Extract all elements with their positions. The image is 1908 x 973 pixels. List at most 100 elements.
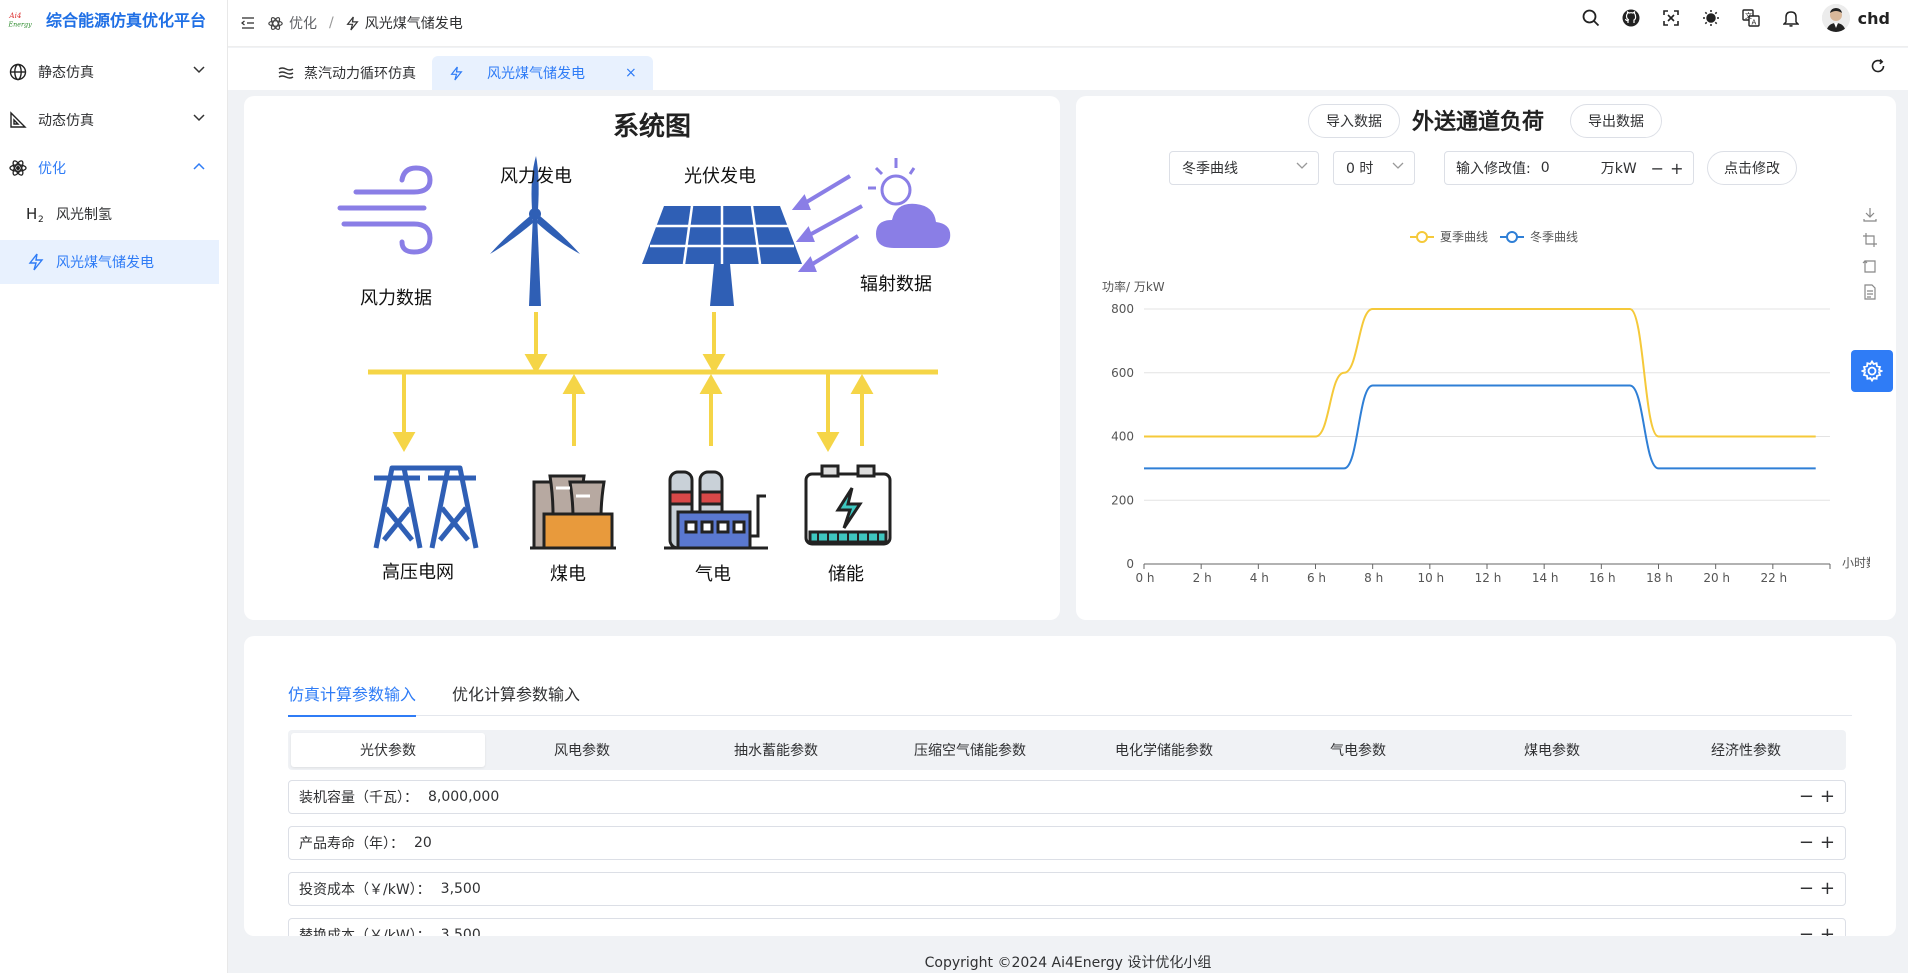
tab-steam-cycle[interactable]: 蒸汽动力循环仿真 bbox=[260, 56, 432, 90]
chevron-down-icon bbox=[1296, 162, 1308, 169]
atom-icon bbox=[268, 16, 283, 30]
breadcrumb: 优化 / 风光煤气储发电 bbox=[268, 13, 463, 33]
breadcrumb-item[interactable]: 优化 bbox=[289, 13, 317, 33]
load-panel: 导入数据 外送通道负荷 导出数据 冬季曲线 0 时 输入修改值: 0 万kW −… bbox=[1076, 96, 1896, 620]
refresh-icon[interactable] bbox=[1870, 58, 1886, 78]
translate-icon[interactable]: 文A bbox=[1741, 9, 1760, 27]
top-header: 优化 / 风光煤气储发电 文A chd bbox=[228, 0, 1908, 47]
segment-wind[interactable]: 风电参数 bbox=[485, 733, 679, 767]
app-logo[interactable]: Ai4 Energy 综合能源仿真优化平台 bbox=[0, 0, 227, 38]
sidebar-subitem-wind-solar-coal-gas[interactable]: 风光煤气储发电 bbox=[0, 240, 219, 284]
param-value[interactable]: 3,500 bbox=[441, 927, 481, 936]
segment-electrochemical[interactable]: 电化学储能参数 bbox=[1067, 733, 1261, 767]
restore-icon[interactable] bbox=[1862, 258, 1878, 274]
modify-value-input[interactable]: 输入修改值: 0 万kW − + bbox=[1444, 151, 1694, 185]
import-data-button[interactable]: 导入数据 bbox=[1308, 104, 1400, 138]
battery-storage-icon bbox=[804, 464, 892, 546]
x-tick-label: 16 h bbox=[1589, 571, 1616, 585]
label-grid: 高压电网 bbox=[382, 562, 454, 583]
param-row-capacity[interactable]: 装机容量（千瓦）： 8,000,000 − + bbox=[288, 780, 1846, 814]
decrement-button[interactable]: − bbox=[1799, 879, 1814, 899]
h2-icon: H2 bbox=[26, 204, 46, 224]
x-tick-label: 12 h bbox=[1475, 571, 1502, 585]
segment-coal-power[interactable]: 煤电参数 bbox=[1455, 733, 1649, 767]
segment-economics[interactable]: 经济性参数 bbox=[1649, 733, 1843, 767]
param-row-lifetime[interactable]: 产品寿命（年）： 20 − + bbox=[288, 826, 1846, 860]
lightning-icon bbox=[26, 252, 46, 272]
data-view-icon[interactable] bbox=[1862, 284, 1878, 300]
chevron-down-icon bbox=[193, 114, 205, 122]
settings-float-button[interactable] bbox=[1851, 350, 1893, 392]
label-radiation-data: 辐射数据 bbox=[860, 274, 932, 295]
x-tick-label: 2 h bbox=[1193, 571, 1212, 585]
sidebar-subitem-label: 风光煤气储发电 bbox=[56, 255, 154, 271]
increment-button[interactable]: + bbox=[1670, 159, 1683, 178]
github-icon[interactable] bbox=[1622, 9, 1640, 27]
transmission-tower-icon bbox=[373, 465, 479, 549]
label-storage: 储能 bbox=[828, 564, 864, 585]
search-icon[interactable] bbox=[1582, 9, 1600, 27]
y-axis-title: 功率/ 万kW bbox=[1102, 279, 1165, 294]
label-pv-power: 光伏发电 bbox=[684, 166, 756, 187]
collapse-sidebar-button[interactable] bbox=[228, 17, 268, 29]
segment-gas-power[interactable]: 气电参数 bbox=[1261, 733, 1455, 767]
modify-value-label: 输入修改值: bbox=[1456, 161, 1531, 177]
sidebar-item-optimize[interactable]: 优化 bbox=[0, 144, 227, 192]
param-value[interactable]: 20 bbox=[414, 835, 432, 851]
globe-icon bbox=[8, 62, 28, 82]
modify-value[interactable]: 0 bbox=[1541, 160, 1601, 176]
params-tabs: 仿真计算参数输入 优化计算参数输入 bbox=[288, 670, 1852, 717]
segment-pv[interactable]: 光伏参数 bbox=[291, 733, 485, 767]
fullscreen-icon[interactable] bbox=[1662, 9, 1680, 27]
increment-button[interactable]: + bbox=[1820, 787, 1835, 807]
param-row-replacement[interactable]: 替换成本（￥/kW）： 3,500 − + bbox=[288, 918, 1846, 936]
tab-close-icon[interactable]: × bbox=[625, 65, 637, 81]
svg-text:2: 2 bbox=[38, 215, 44, 223]
notification-bell-icon[interactable] bbox=[1782, 9, 1800, 27]
export-data-button[interactable]: 导出数据 bbox=[1570, 104, 1662, 138]
x-tick-label: 14 h bbox=[1532, 571, 1559, 585]
ruler-icon bbox=[8, 110, 28, 130]
sidebar-subitem-wind-solar-h2[interactable]: H2 风光制氢 bbox=[0, 192, 219, 236]
segment-pumped-hydro[interactable]: 抽水蓄能参数 bbox=[679, 733, 873, 767]
increment-button[interactable]: + bbox=[1820, 879, 1835, 899]
decrement-button[interactable]: − bbox=[1651, 159, 1664, 178]
legend-marker bbox=[1416, 231, 1428, 243]
param-label: 装机容量（千瓦）： bbox=[299, 790, 418, 806]
apply-modify-button[interactable]: 点击修改 bbox=[1707, 151, 1797, 185]
chart-toolbox bbox=[1862, 206, 1878, 300]
tab-bar: 蒸汽动力循环仿真 风光煤气储发电 × bbox=[228, 48, 1908, 90]
sidebar-item-static-sim[interactable]: 静态仿真 bbox=[0, 48, 227, 96]
param-value[interactable]: 8,000,000 bbox=[428, 789, 499, 805]
decrement-button[interactable]: − bbox=[1799, 787, 1814, 807]
tab-sim-params[interactable]: 仿真计算参数输入 bbox=[288, 670, 417, 717]
theme-sun-icon[interactable] bbox=[1702, 9, 1720, 27]
params-panel: 仿真计算参数输入 优化计算参数输入 光伏参数 风电参数 抽水蓄能参数 压缩空气储… bbox=[244, 636, 1896, 936]
y-tick-label: 400 bbox=[1111, 430, 1134, 444]
user-menu[interactable]: chd bbox=[1821, 4, 1890, 32]
segment-compressed-air[interactable]: 压缩空气储能参数 bbox=[873, 733, 1067, 767]
increment-button[interactable]: + bbox=[1820, 925, 1835, 937]
series-line bbox=[1144, 384, 1816, 470]
gas-plant-icon bbox=[664, 470, 768, 550]
tab-opt-params[interactable]: 优化计算参数输入 bbox=[452, 670, 580, 716]
sidebar-item-dynamic-sim[interactable]: 动态仿真 bbox=[0, 96, 227, 144]
curve-select[interactable]: 冬季曲线 bbox=[1169, 151, 1319, 185]
tab-wind-solar-coal-gas[interactable]: 风光煤气储发电 × bbox=[432, 56, 653, 90]
x-tick-label: 22 h bbox=[1760, 571, 1787, 585]
decrement-button[interactable]: − bbox=[1799, 925, 1814, 937]
legend-label: 夏季曲线 bbox=[1440, 230, 1488, 244]
decrement-button[interactable]: − bbox=[1799, 833, 1814, 853]
label-coal: 煤电 bbox=[550, 564, 586, 585]
x-tick-label: 0 h bbox=[1135, 571, 1154, 585]
svg-text:Ai4: Ai4 bbox=[8, 11, 22, 20]
param-value[interactable]: 3,500 bbox=[441, 881, 481, 897]
param-label: 投资成本（￥/kW）： bbox=[299, 882, 431, 898]
param-row-investment[interactable]: 投资成本（￥/kW）： 3,500 − + bbox=[288, 872, 1846, 906]
flow-arrows bbox=[392, 312, 874, 453]
hour-select[interactable]: 0 时 bbox=[1333, 151, 1415, 185]
header-toolbar: 文A chd bbox=[1582, 0, 1890, 36]
download-icon[interactable] bbox=[1862, 206, 1878, 222]
increment-button[interactable]: + bbox=[1820, 833, 1835, 853]
crop-icon[interactable] bbox=[1862, 232, 1878, 248]
